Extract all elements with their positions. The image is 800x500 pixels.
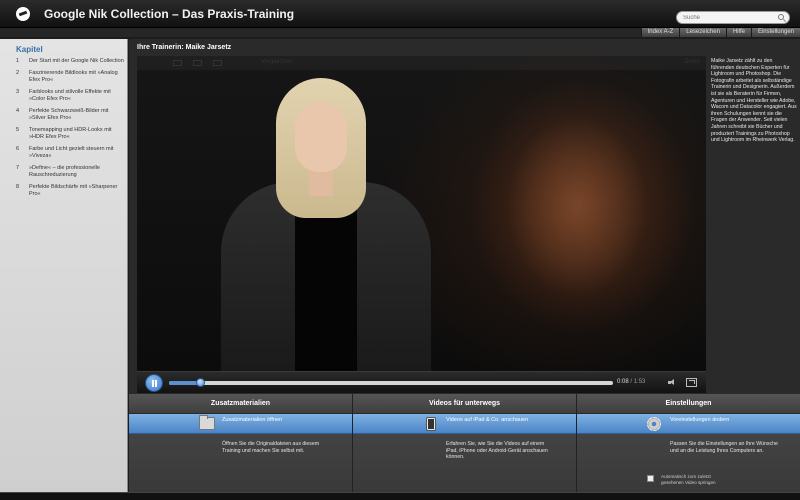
progress-bar[interactable] xyxy=(169,378,613,387)
chapter-label: Farblooks und stilvolle Effekte mit »Col… xyxy=(29,89,111,102)
gear-icon xyxy=(647,417,661,431)
search-icon[interactable] xyxy=(778,14,784,20)
autoplay-checkbox[interactable] xyxy=(647,475,654,482)
tab-help[interactable]: Hilfe xyxy=(725,28,751,37)
chapter-number: 5 xyxy=(16,127,20,133)
bottom-strip xyxy=(0,492,800,500)
page-title: Ihre Trainerin: Maike Jarsetz xyxy=(137,44,232,51)
panel-description: Öffnen Sie die Originaldateien aus diese… xyxy=(222,441,320,454)
chapter-list: 1 Der Start mit der Google Nik Collection… xyxy=(16,58,124,203)
panel-title: Einstellungen xyxy=(577,394,800,414)
panel-description: Passen Sie die Einstellungen an Ihre Wün… xyxy=(670,441,778,454)
fullscreen-icon[interactable] xyxy=(686,378,697,387)
tab-bookmarks[interactable]: Lesezeichen xyxy=(679,28,726,37)
chapter-item[interactable]: 8 Perfekte Bildschärfe mit »Sharpener Pro… xyxy=(16,184,124,198)
panel-description: Erfahren Sie, wie Sie die Videos auf ein… xyxy=(446,441,548,461)
autoplay-option[interactable]: Automatisch zum zuletzt gesehenen Video … xyxy=(647,474,731,485)
view-compare-icon xyxy=(213,60,222,66)
total-time: / 1:53 xyxy=(630,379,646,385)
tab-index[interactable]: Index A-Z xyxy=(640,28,680,37)
chapter-item[interactable]: 6 Farbe und Licht gezielt steuern mit »Vi… xyxy=(16,146,124,160)
chapter-item[interactable]: 1 Der Start mit der Google Nik Collection xyxy=(16,58,124,65)
panel-title: Videos für unterwegs xyxy=(353,394,576,414)
presenter-figure xyxy=(221,78,431,371)
pause-icon[interactable] xyxy=(145,374,163,392)
tablet-icon xyxy=(426,417,436,431)
action-label: Videos auf iPad & Co. anschauen xyxy=(446,417,529,423)
nav-tabs: Index A-Z Lesezeichen Hilfe Einstellunge… xyxy=(640,28,800,37)
chapter-number: 6 xyxy=(16,146,20,152)
folder-icon xyxy=(199,415,215,430)
chapter-number: 2 xyxy=(16,70,20,76)
title-bar: Google Nik Collection – Das Praxis-Train… xyxy=(0,0,800,28)
chapter-label: »Define« – die professionelle Rauschredu… xyxy=(29,165,100,178)
video-toolbar: Vergleichen Zoom xyxy=(137,56,706,70)
chapter-number: 1 xyxy=(16,58,20,64)
app-window: Google Nik Collection – Das Praxis-Train… xyxy=(0,0,800,500)
mobile-videos-button[interactable]: Videos auf iPad & Co. anschauen xyxy=(353,414,576,434)
chapter-item[interactable]: 3 Farblooks und stilvolle Effekte mit »Co… xyxy=(16,89,124,103)
chapter-label: Perfekte Schwarzweiß-Bilder mit »Silver … xyxy=(29,108,109,121)
sidebar: Kapitel 1 Der Start mit der Google Nik Co… xyxy=(0,39,128,492)
action-label: Zusatzmaterialien öffnen xyxy=(222,417,283,423)
view-single-icon xyxy=(173,60,182,66)
search-input[interactable] xyxy=(683,12,773,23)
progress-handle[interactable] xyxy=(196,378,206,387)
app-title: Google Nik Collection – Das Praxis-Train… xyxy=(44,7,295,21)
chapter-number: 4 xyxy=(16,108,20,114)
open-materials-button[interactable]: Zusatzmaterialien öffnen xyxy=(129,414,352,434)
chapter-number: 8 xyxy=(16,184,20,190)
player-controls: 0:08 / 1:53 xyxy=(137,371,706,393)
logo-icon xyxy=(16,7,30,21)
chapter-number: 3 xyxy=(16,89,20,95)
panel-settings: Einstellungen Voreinstellungen ändern Pa… xyxy=(576,394,800,492)
time-display: 0:08 / 1:53 xyxy=(617,379,645,385)
tab-settings[interactable]: Einstellungen xyxy=(750,28,800,37)
chapter-item[interactable]: 4 Perfekte Schwarzweiß-Bilder mit »Silver… xyxy=(16,108,124,122)
chapter-label: Tonemapping und HDR-Looks mit »HDR Efex … xyxy=(29,127,112,140)
presenter-face xyxy=(295,102,347,172)
panel-mobile: Videos für unterwegs Videos auf iPad & C… xyxy=(352,394,576,492)
chapter-label: Faszinierende Bildlooks mit »Analog Efex… xyxy=(29,70,118,83)
current-time: 0:08 xyxy=(617,379,629,385)
action-label: Voreinstellungen ändern xyxy=(670,417,730,423)
search-box[interactable] xyxy=(676,11,790,24)
chapter-label: Perfekte Bildschärfe mit »Sharpener Pro« xyxy=(29,184,118,197)
volume-icon[interactable] xyxy=(668,379,676,386)
chapter-item[interactable]: 5 Tonemapping und HDR-Looks mit »HDR Efex… xyxy=(16,127,124,141)
chapter-item[interactable]: 2 Faszinierende Bildlooks mit »Analog Efe… xyxy=(16,70,124,84)
view-split-icon xyxy=(193,60,202,66)
panel-materials: Zusatzmaterialien Zusatzmaterialien öffn… xyxy=(129,394,352,492)
sidebar-title: Kapitel xyxy=(16,45,43,54)
bottom-panels: Zusatzmaterialien Zusatzmaterialien öffn… xyxy=(129,394,800,492)
preferences-button[interactable]: Voreinstellungen ändern xyxy=(577,414,800,434)
chapter-label: Der Start mit der Google Nik Collection xyxy=(29,58,124,64)
chapter-label: Farbe und Licht gezielt steuern mit »Viv… xyxy=(29,146,114,159)
panel-title: Zusatzmaterialien xyxy=(129,394,352,414)
chapter-item[interactable]: 7 »Define« – die professionelle Rauschred… xyxy=(16,165,124,179)
chapter-number: 7 xyxy=(16,165,20,171)
zoom-label: Zoom xyxy=(684,59,700,65)
compare-label: Vergleichen xyxy=(261,59,293,65)
checkbox-label: Automatisch zum zuletzt gesehenen Video … xyxy=(661,474,716,485)
trainer-bio: Maike Jarsetz zählt zu den führenden deu… xyxy=(711,58,797,144)
video-player[interactable]: Vergleichen Zoom 0:08 / 1:53 xyxy=(137,56,706,393)
